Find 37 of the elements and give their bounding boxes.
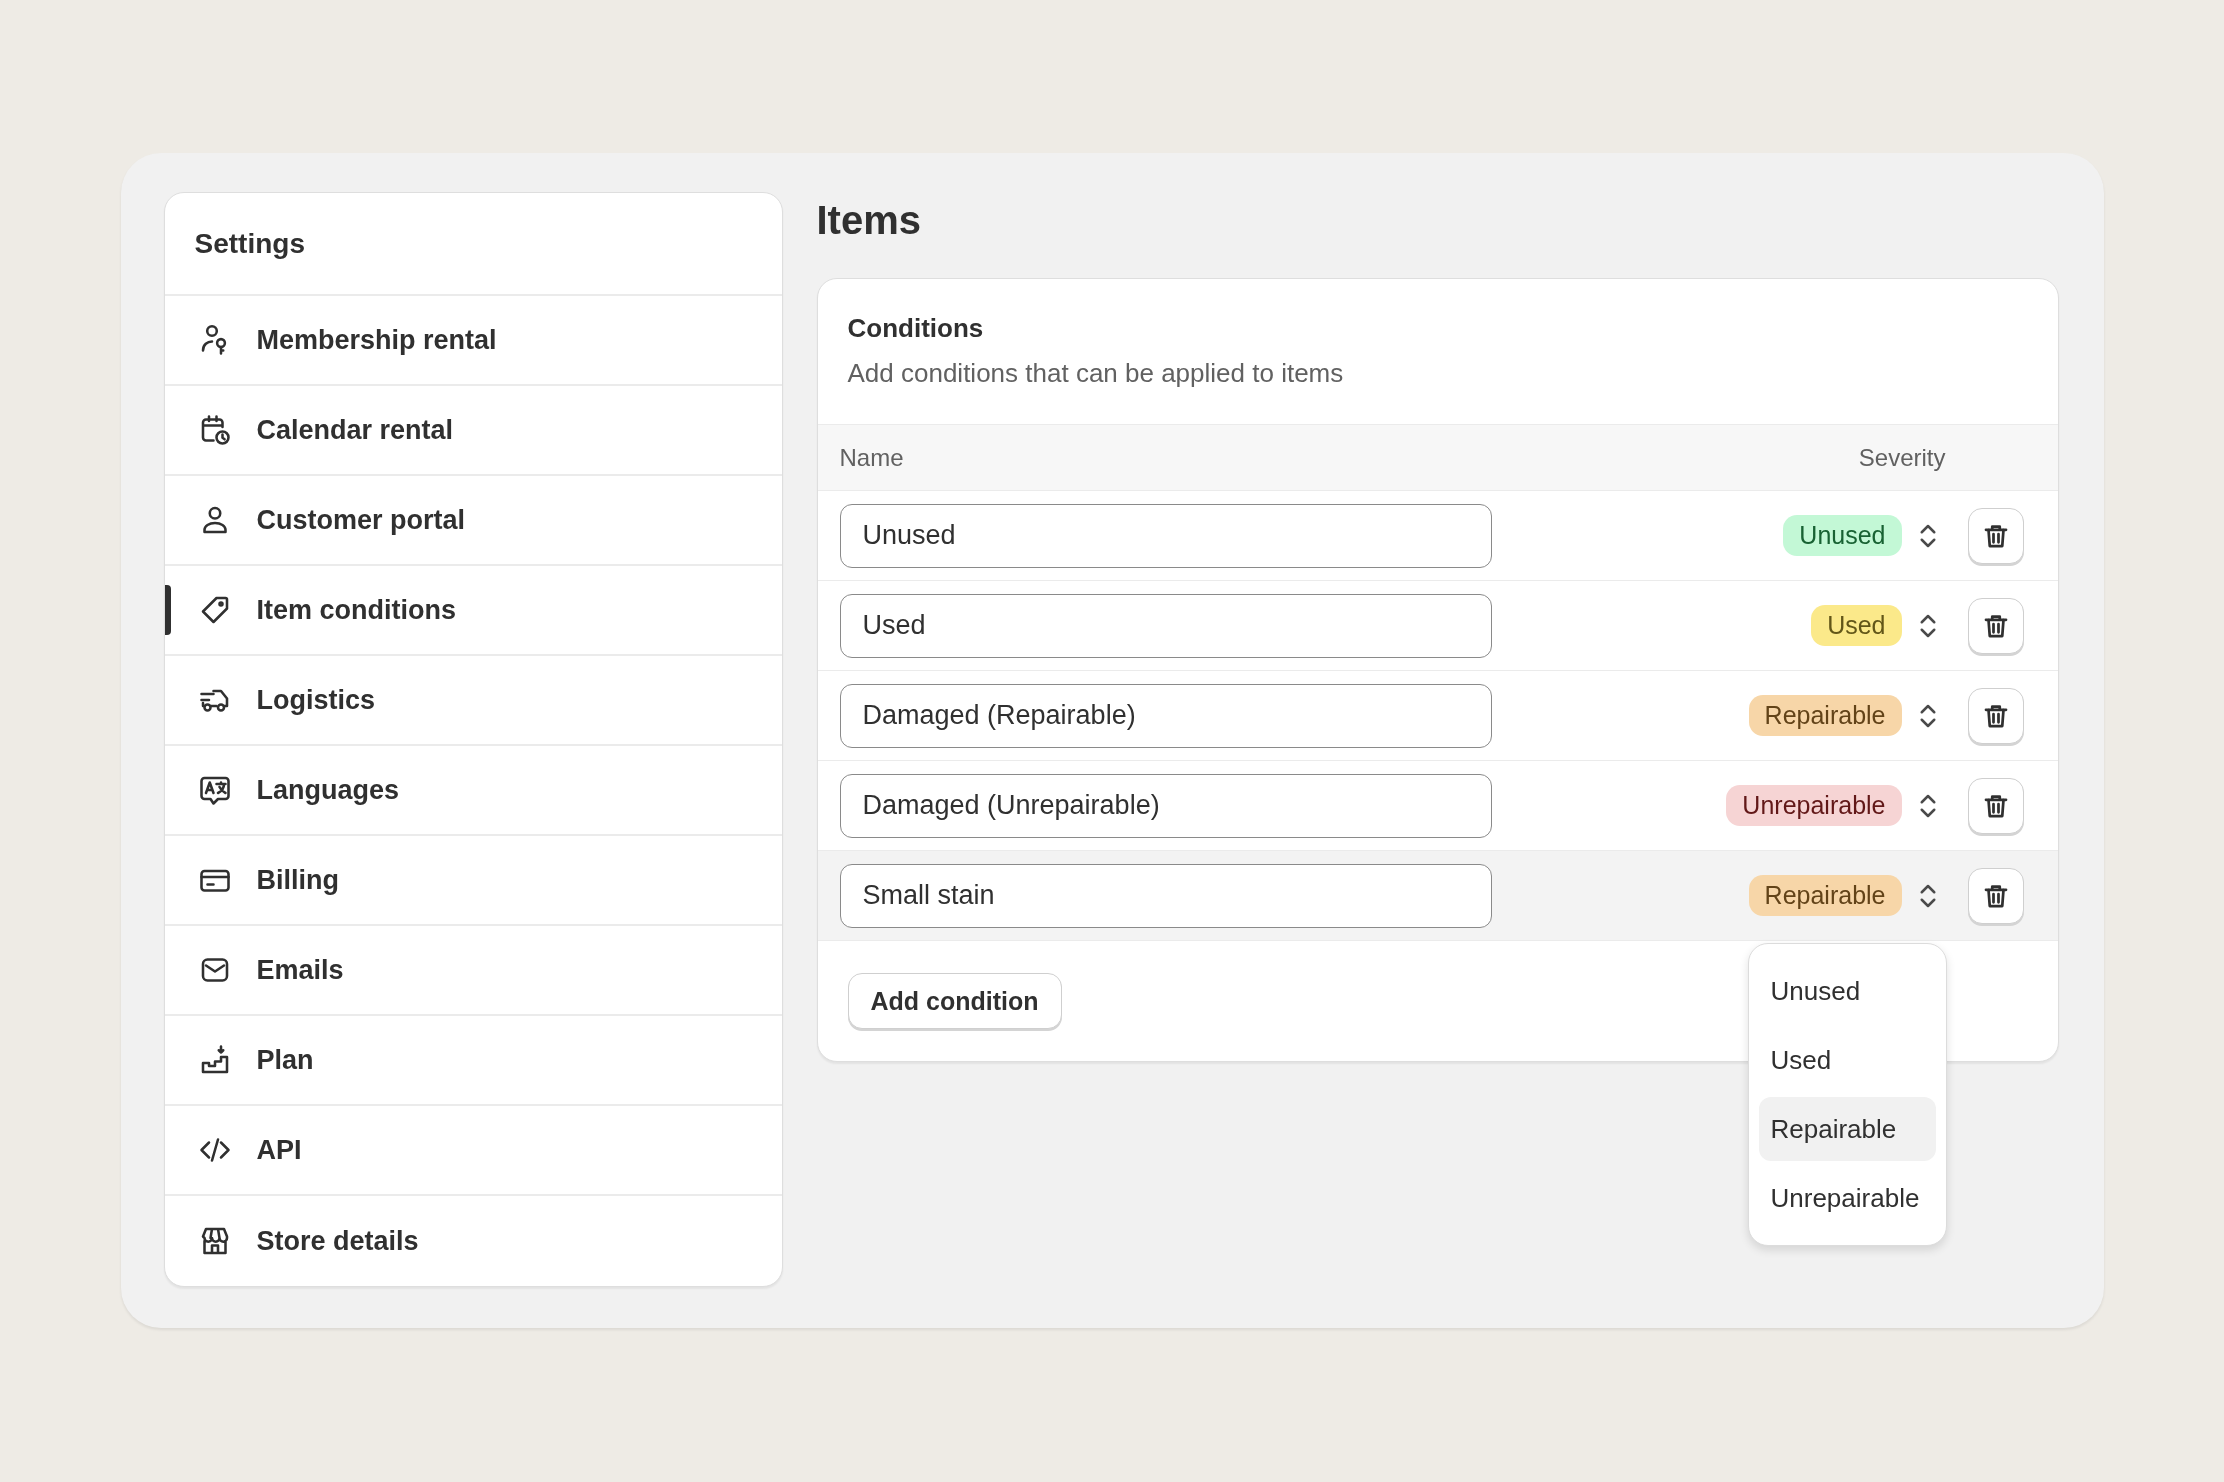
name-input-field[interactable]: Damaged (Unrepairable)	[839, 773, 1492, 838]
delete-button[interactable]	[1967, 777, 2024, 834]
delete-button[interactable]	[1967, 597, 2024, 654]
severity-badge: Unrepairable	[1726, 785, 1902, 826]
sidebar-item[interactable]: Store details	[164, 1196, 782, 1286]
severity-badge: Repairable	[1748, 875, 1902, 916]
sidebar-item[interactable]: Emails	[164, 926, 782, 1016]
dropdown-option[interactable]: Unused	[1758, 959, 1936, 1023]
delete-button[interactable]	[1967, 507, 2024, 564]
severity-badge: Repairable	[1748, 695, 1902, 736]
delete-button[interactable]	[1967, 687, 2024, 744]
sidebar-item[interactable]: Logistics	[164, 656, 782, 746]
section-description: Add conditions that can be applied to items	[847, 358, 1345, 389]
name-input-field[interactable]: Used	[839, 593, 1492, 658]
name-input-field[interactable]: Small stain	[839, 863, 1492, 928]
page-title: Items	[816, 197, 922, 244]
sidebar-item[interactable]: Plan	[164, 1016, 782, 1106]
severity-badge: Unused	[1783, 515, 1902, 556]
name-input-field[interactable]: Unused	[839, 503, 1492, 568]
sidebar-item[interactable]: Languages	[164, 746, 782, 836]
dropdown-option[interactable]: Used	[1758, 1028, 1936, 1092]
sidebar-item[interactable]: Membership rental	[164, 296, 782, 386]
sidebar-item[interactable]: Item conditions	[164, 566, 782, 656]
column-header: Name	[839, 443, 904, 472]
sidebar-item[interactable]: API	[164, 1106, 782, 1196]
sidebar-item[interactable]: Calendar rental	[164, 386, 782, 476]
name-input-field[interactable]: Damaged (Repairable)	[839, 683, 1492, 748]
dropdown-option[interactable]: Unrepairable	[1758, 1166, 1936, 1230]
severity-badge: Used	[1811, 605, 1902, 646]
delete-button[interactable]	[1967, 867, 2024, 924]
column-header: Severity	[1858, 443, 1946, 472]
sidebar-item[interactable]: Billing	[164, 836, 782, 926]
sidebar-title: Settings	[194, 227, 305, 260]
dropdown-option[interactable]: Repairable	[1758, 1097, 1936, 1161]
add-condition-button[interactable]: Add condition	[847, 973, 1062, 1029]
sidebar-item[interactable]: Customer portal	[164, 476, 782, 566]
section-title: Conditions	[847, 313, 985, 344]
